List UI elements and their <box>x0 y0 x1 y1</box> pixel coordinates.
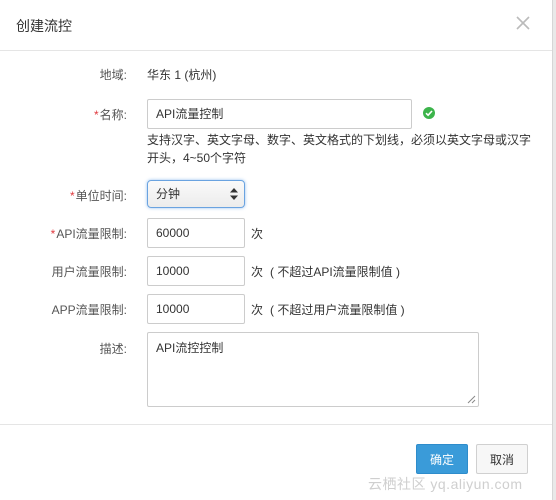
required-mark: * <box>69 189 75 203</box>
name-hint: 支持汉字、英文字母、数字、英文格式的下划线，必须以英文字母或汉字开头，4~50个… <box>147 133 532 165</box>
app-limit-input[interactable]: 10000 <box>147 294 245 324</box>
name-label: *名称: <box>0 106 127 123</box>
dialog-header: 创建流控 <box>0 0 552 51</box>
time-unit-select[interactable]: 分钟 <box>147 180 245 208</box>
watermark: 云栖社区 yq.aliyun.com <box>368 476 523 492</box>
description-label: 描述: <box>99 342 127 356</box>
description-value: API流控控制 <box>156 341 224 355</box>
required-mark: * <box>93 108 99 122</box>
time-unit-label-text: 单位时间: <box>75 189 127 203</box>
name-label-text: 名称: <box>99 108 127 122</box>
description-textarea[interactable]: API流控控制 <box>147 332 479 407</box>
check-circle-icon <box>423 107 435 119</box>
confirm-button[interactable]: 确定 <box>416 444 468 474</box>
user-limit-input[interactable]: 10000 <box>147 256 245 286</box>
app-limit-label: APP流量限制: <box>51 303 127 317</box>
app-limit-unit: 次 <box>251 303 264 317</box>
time-unit-selected: 分钟 <box>156 187 181 201</box>
close-icon[interactable] <box>512 12 534 34</box>
user-limit-unit: 次 <box>251 265 264 279</box>
api-limit-unit: 次 <box>251 227 264 241</box>
region-label: 地域: <box>99 68 127 82</box>
cancel-button[interactable]: 取消 <box>476 444 528 474</box>
select-arrows-icon <box>230 188 238 200</box>
resize-handle-icon[interactable] <box>467 395 476 404</box>
api-limit-label-text: API流量限制: <box>56 227 127 241</box>
user-limit-label: 用户流量限制: <box>51 265 127 279</box>
time-unit-label: *单位时间: <box>0 187 127 204</box>
region-value: 华东 1 (杭州) <box>147 68 217 82</box>
name-input[interactable]: API流量控制 <box>147 99 412 129</box>
create-flow-control-dialog: 创建流控 地域: 华东 1 (杭州) *名称: API流量控制 支持汉字、英文字… <box>0 0 553 500</box>
dialog-title: 创建流控 <box>16 18 72 34</box>
api-limit-input[interactable]: 60000 <box>147 218 245 248</box>
app-limit-note: ( 不超过用户流量限制值 ) <box>270 303 405 317</box>
api-limit-label: *API流量限制: <box>0 225 127 242</box>
user-limit-note: ( 不超过API流量限制值 ) <box>270 265 401 279</box>
required-mark: * <box>50 227 56 241</box>
